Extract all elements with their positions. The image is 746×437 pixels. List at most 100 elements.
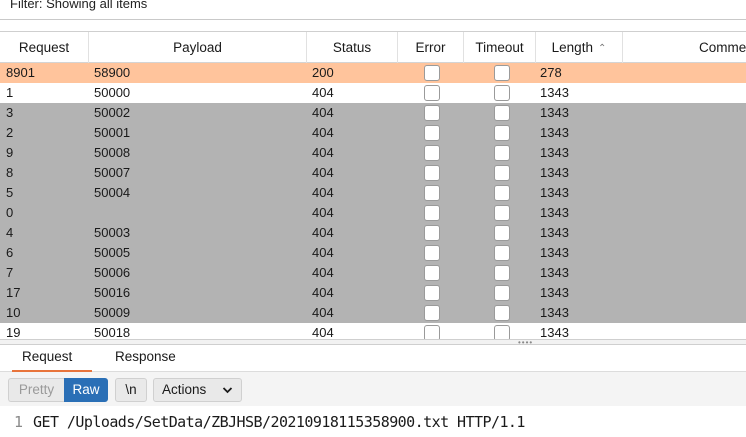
cell-length: 1343 <box>540 265 569 280</box>
table-row[interactable]: 10 50009 404 1343 <box>0 303 746 323</box>
table-row[interactable]: 8901 58900 200 278 <box>0 63 746 83</box>
sort-ascending-icon: ⌃ <box>597 43 607 54</box>
error-checkbox <box>424 105 440 121</box>
cell-length: 1343 <box>540 145 569 160</box>
cell-status: 404 <box>312 85 334 100</box>
cell-request: 17 <box>6 285 21 300</box>
cell-status: 404 <box>312 285 334 300</box>
cell-status: 404 <box>312 185 334 200</box>
table-row[interactable]: 7 50006 404 1343 <box>0 263 746 283</box>
cell-length: 1343 <box>540 225 569 240</box>
cell-payload: 50007 <box>94 165 131 180</box>
column-header-status[interactable]: Status <box>307 32 398 63</box>
timeout-checkbox <box>494 105 510 121</box>
error-checkbox <box>424 325 440 339</box>
cell-length: 278 <box>540 65 562 80</box>
column-header-length[interactable]: Length ⌃ <box>536 32 623 63</box>
column-header-comment[interactable]: Comme <box>623 32 746 63</box>
error-checkbox <box>424 245 440 261</box>
tab-request[interactable]: Request <box>12 345 92 372</box>
filter-bar[interactable]: Filter: Showing all items <box>0 0 746 20</box>
timeout-checkbox <box>494 285 510 301</box>
cell-request: 7 <box>6 265 14 280</box>
timeout-checkbox <box>494 125 510 141</box>
cell-status: 404 <box>312 265 334 280</box>
cell-request: 1 <box>6 85 14 100</box>
cell-status: 404 <box>312 225 334 240</box>
cell-payload: 50008 <box>94 145 131 160</box>
cell-status: 404 <box>312 305 334 320</box>
column-header-error[interactable]: Error <box>398 32 464 63</box>
cell-request: 3 <box>6 105 14 120</box>
cell-length: 1343 <box>540 125 569 140</box>
timeout-checkbox <box>494 65 510 81</box>
table-row[interactable]: 17 50016 404 1343 <box>0 283 746 303</box>
cell-status: 200 <box>312 65 334 80</box>
cell-length: 1343 <box>540 85 569 100</box>
table-row[interactable]: 2 50001 404 1343 <box>0 123 746 143</box>
error-checkbox <box>424 265 440 281</box>
cell-request: 0 <box>6 205 14 220</box>
cell-request: 6 <box>6 245 14 260</box>
request-line: GET /Uploads/SetData/ZBJHSB/202109181153… <box>33 413 525 431</box>
table-row[interactable]: 19 50018 404 1343 <box>0 323 746 339</box>
table-row[interactable]: 5 50004 404 1343 <box>0 183 746 203</box>
cell-length: 1343 <box>540 245 569 260</box>
table-row[interactable]: 1 50000 404 1343 <box>0 83 746 103</box>
show-newlines-button[interactable]: \n <box>115 378 147 402</box>
error-checkbox <box>424 305 440 321</box>
raw-button[interactable]: Raw <box>64 378 108 402</box>
timeout-checkbox <box>494 205 510 221</box>
cell-length: 1343 <box>540 285 569 300</box>
table-header: Request Payload Status Error Timeout Len… <box>0 32 746 63</box>
cell-request: 9 <box>6 145 14 160</box>
cell-payload: 58900 <box>94 65 131 80</box>
timeout-checkbox <box>494 145 510 161</box>
column-header-timeout[interactable]: Timeout <box>464 32 536 63</box>
cell-request: 8 <box>6 165 14 180</box>
cell-payload: 50006 <box>94 265 131 280</box>
cell-length: 1343 <box>540 325 569 339</box>
actions-dropdown[interactable]: Actions <box>153 378 242 402</box>
error-checkbox <box>424 65 440 81</box>
error-checkbox <box>424 165 440 181</box>
timeout-checkbox <box>494 305 510 321</box>
cell-status: 404 <box>312 325 334 339</box>
cell-request: 5 <box>6 185 14 200</box>
error-checkbox <box>424 225 440 241</box>
cell-payload: 50016 <box>94 285 131 300</box>
tab-response[interactable]: Response <box>113 345 178 372</box>
results-table: Request Payload Status Error Timeout Len… <box>0 31 746 339</box>
cell-payload: 50001 <box>94 125 131 140</box>
cell-status: 404 <box>312 245 334 260</box>
cell-payload: 50003 <box>94 225 131 240</box>
cell-status: 404 <box>312 145 334 160</box>
pretty-button[interactable]: Pretty <box>8 378 64 402</box>
error-checkbox <box>424 185 440 201</box>
cell-payload: 50002 <box>94 105 131 120</box>
table-row[interactable]: 8 50007 404 1343 <box>0 163 746 183</box>
cell-request: 4 <box>6 225 14 240</box>
cell-length: 1343 <box>540 205 569 220</box>
line-number: 1 <box>14 413 24 431</box>
table-row[interactable]: 9 50008 404 1343 <box>0 143 746 163</box>
table-row[interactable]: 4 50003 404 1343 <box>0 223 746 243</box>
request-editor[interactable]: 1 GET /Uploads/SetData/ZBJHSB/2021091811… <box>0 406 746 437</box>
column-header-payload[interactable]: Payload <box>89 32 307 63</box>
cell-length: 1343 <box>540 305 569 320</box>
timeout-checkbox <box>494 185 510 201</box>
timeout-checkbox <box>494 325 510 339</box>
error-checkbox <box>424 205 440 221</box>
table-row[interactable]: 3 50002 404 1343 <box>0 103 746 123</box>
table-row[interactable]: 6 50005 404 1343 <box>0 243 746 263</box>
cell-status: 404 <box>312 165 334 180</box>
cell-payload: 50004 <box>94 185 131 200</box>
cell-length: 1343 <box>540 185 569 200</box>
cell-length: 1343 <box>540 105 569 120</box>
error-checkbox <box>424 145 440 161</box>
cell-request: 2 <box>6 125 14 140</box>
cell-payload: 50009 <box>94 305 131 320</box>
table-row[interactable]: 0 404 1343 <box>0 203 746 223</box>
error-checkbox <box>424 285 440 301</box>
column-header-request[interactable]: Request <box>0 32 89 63</box>
